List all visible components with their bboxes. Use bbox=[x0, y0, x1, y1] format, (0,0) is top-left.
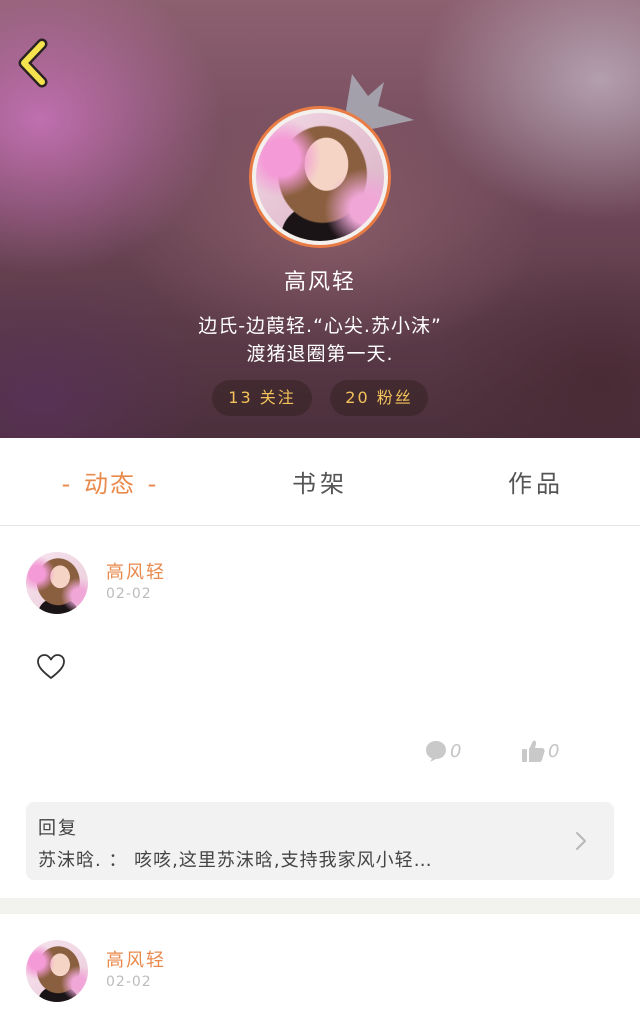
post-date: 02-02 bbox=[106, 586, 152, 602]
chevron-right-icon bbox=[576, 832, 586, 850]
like-count: 0 bbox=[548, 740, 560, 762]
avatar[interactable] bbox=[26, 552, 88, 614]
reply-text: 苏沫晗. ： 咳咳,这里苏沫晗,支持我家风小轻… bbox=[38, 850, 433, 871]
bio-line-1: 边氏-边葭轻.“心尖.苏小沫” bbox=[198, 315, 442, 337]
bio-line-2: 渡猪退圈第一天. bbox=[246, 343, 394, 365]
like-button[interactable]: 0 bbox=[520, 736, 559, 766]
reply-title: 回复 bbox=[38, 818, 78, 839]
reply-preview[interactable]: 回复 苏沫晗. ： 咳咳,这里苏沫晗,支持我家风小轻… bbox=[26, 802, 614, 880]
thumbs-up-icon bbox=[522, 740, 545, 762]
tab-dynamics-label: 动态 bbox=[84, 470, 136, 498]
comment-button[interactable]: 0 bbox=[424, 736, 461, 766]
profile-page: 高风轻 边氏-边葭轻.“心尖.苏小沫” 渡猪退圈第一天. 13 关注 20 粉丝… bbox=[0, 0, 640, 1032]
profile-header: 高风轻 边氏-边葭轻.“心尖.苏小沫” 渡猪退圈第一天. 13 关注 20 粉丝 bbox=[0, 0, 640, 438]
following-count-button[interactable]: 13 关注 bbox=[212, 380, 312, 416]
tab-bookshelf[interactable]: 书架 bbox=[270, 438, 370, 526]
back-button[interactable] bbox=[14, 38, 58, 88]
avatar-image bbox=[256, 113, 384, 241]
post-date: 02-02 bbox=[106, 974, 152, 990]
post-author[interactable]: 高风轻 bbox=[106, 558, 166, 584]
profile-name: 高风轻 bbox=[283, 270, 356, 295]
post-author[interactable]: 高风轻 bbox=[106, 946, 166, 972]
tab-dynamics[interactable]: - 动态 - bbox=[30, 438, 190, 526]
chevron-left-icon bbox=[18, 38, 48, 88]
post-header: 高风轻 02-02 bbox=[0, 940, 640, 1010]
profile-bio: 边氏-边葭轻.“心尖.苏小沫” 渡猪退圈第一天. bbox=[0, 312, 640, 368]
post-divider bbox=[0, 898, 640, 914]
tab-works[interactable]: 作品 bbox=[486, 438, 586, 526]
profile-avatar[interactable] bbox=[249, 106, 391, 248]
tab-indicator-right: - bbox=[147, 470, 159, 498]
fans-count-button[interactable]: 20 粉丝 bbox=[330, 380, 428, 416]
avatar[interactable] bbox=[26, 940, 88, 1002]
comment-count: 0 bbox=[450, 740, 462, 762]
post-header: 高风轻 02-02 bbox=[0, 552, 640, 622]
heart-icon[interactable] bbox=[36, 652, 66, 682]
profile-tabs: - 动态 - 书架 作品 bbox=[0, 438, 640, 526]
tab-indicator-left: - bbox=[61, 470, 73, 498]
comment-icon bbox=[426, 741, 446, 762]
